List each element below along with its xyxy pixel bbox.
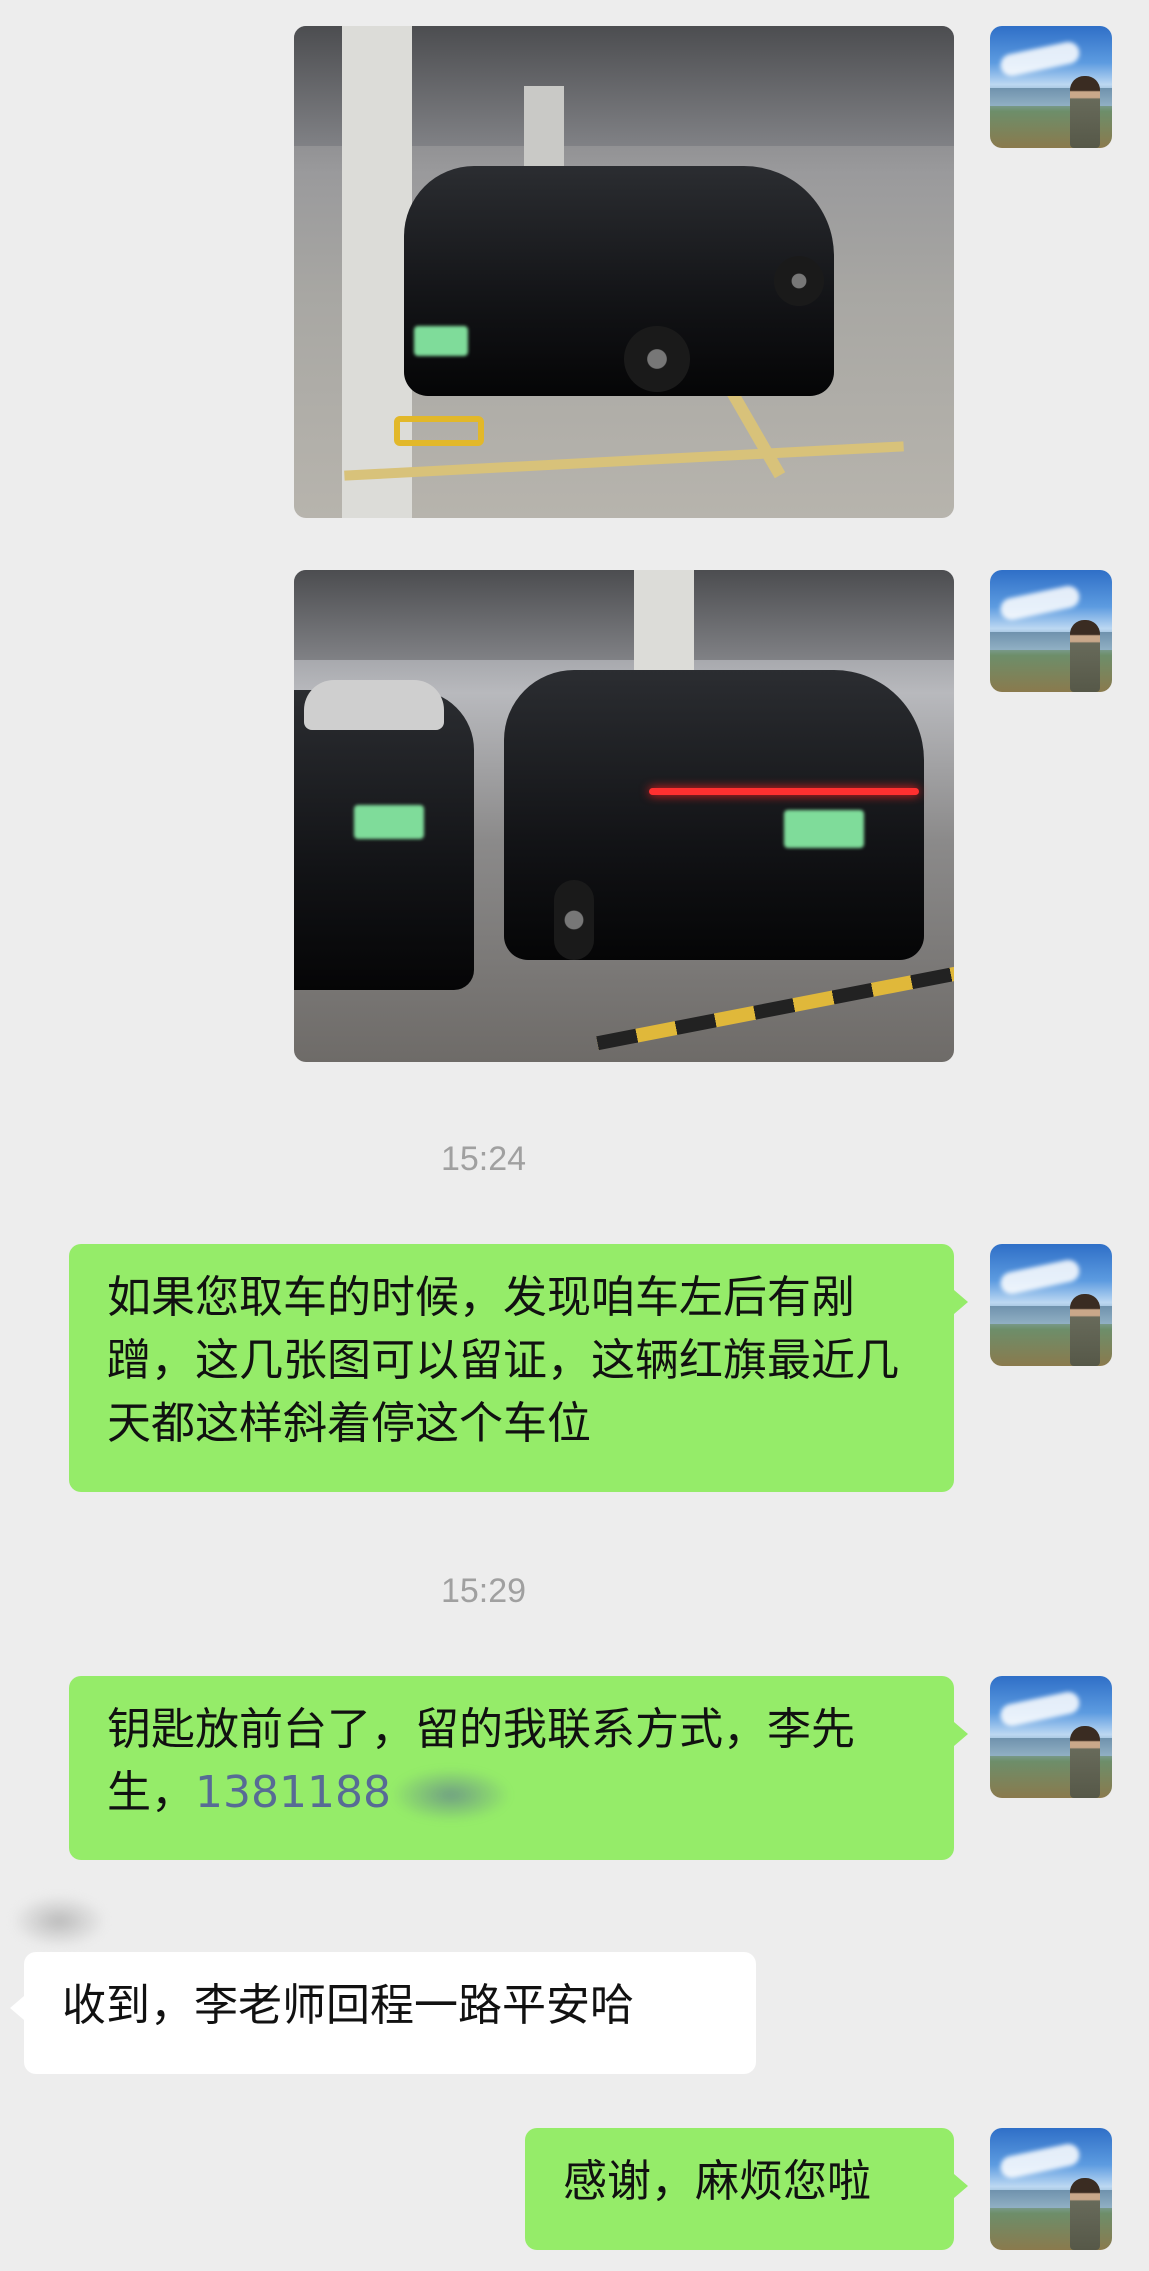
blurred-sender-name — [14, 1896, 104, 1946]
message-bubble-sent[interactable]: 钥匙放前台了，留的我联系方式，李先生，1381188 — [69, 1676, 968, 1860]
redaction-blur — [390, 1768, 511, 1822]
landscape-avatar-icon[interactable] — [990, 1676, 1112, 1798]
landscape-avatar-icon[interactable] — [990, 1244, 1112, 1366]
landscape-avatar-icon[interactable] — [990, 26, 1112, 148]
landscape-avatar-icon[interactable] — [990, 570, 1112, 692]
timestamp: 15:29 — [440, 1572, 527, 1610]
photo-message-parked-sedan[interactable] — [294, 26, 954, 518]
message-bubble-sent[interactable]: 如果您取车的时候，发现咱车左后有剐蹭，这几张图可以留证，这辆红旗最近几天都这样斜… — [69, 1244, 968, 1492]
message-bubble-received[interactable]: 收到，李老师回程一路平安哈 — [10, 1952, 756, 2074]
photo-message-parked-suv[interactable] — [294, 570, 954, 1062]
landscape-avatar-icon[interactable] — [990, 2128, 1112, 2250]
message-bubble-sent[interactable]: 感谢，麻烦您啦 — [525, 2128, 968, 2250]
timestamp: 15:24 — [440, 1140, 527, 1178]
phone-number-link[interactable]: 1381188 — [195, 1767, 391, 1818]
